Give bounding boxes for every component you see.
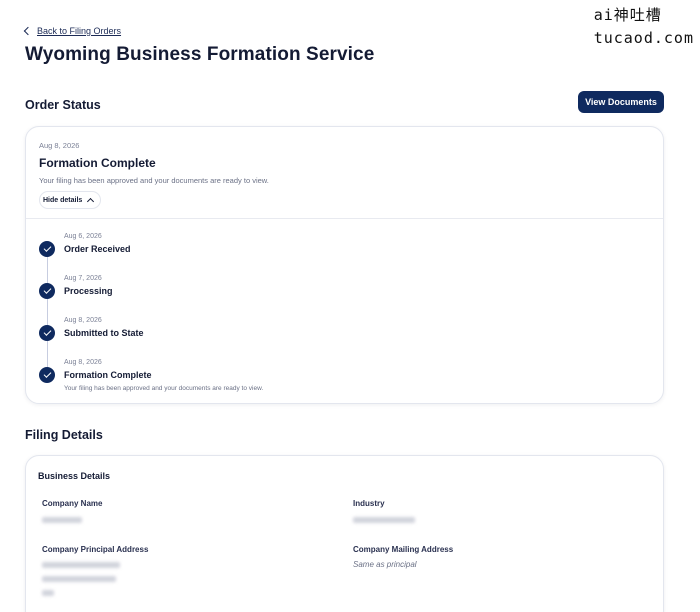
order-status-card: Aug 8, 2026 Formation Complete Your fili… [25,126,664,404]
timeline-step: Aug 7, 2026 Processing [39,275,113,299]
timeline-step: Aug 8, 2026 Submitted to State [39,317,144,341]
hide-details-button[interactable]: Hide details [39,191,102,209]
step-date: Aug 8, 2026 [64,359,102,366]
step-date: Aug 6, 2026 [64,233,102,240]
chevron-up-icon [87,197,95,206]
check-circle-icon [39,283,55,299]
chevron-left-icon [23,26,33,36]
mailing-address-label: Company Mailing Address [353,545,454,554]
watermark: ai神吐槽 tucaod.com [594,4,694,47]
back-link-label: Back to Filing Orders [37,26,122,36]
principal-address-label: Company Principal Address [42,545,149,554]
current-status-description: Your filing has been approved and your d… [39,176,269,185]
industry-label: Industry [353,499,385,508]
timeline-step: Aug 8, 2026 Formation Complete Your fili… [39,359,263,392]
back-to-filing-orders-link[interactable]: Back to Filing Orders [23,26,122,36]
business-details-card: Business Details Company Name Industry C… [25,455,664,612]
status-timeline: Aug 6, 2026 Order Received Aug 7, 2026 P… [26,219,663,403]
step-title: Submitted to State [64,328,144,338]
mailing-address-value: Same as principal [353,560,417,569]
step-date: Aug 8, 2026 [64,317,102,324]
filing-details-heading: Filing Details [25,428,103,442]
industry-value-redacted [353,517,415,523]
step-description: Your filing has been approved and your d… [64,385,264,392]
principal-address-line-1-redacted [42,562,120,568]
watermark-line-2: tucaod.com [593,29,694,47]
step-title: Order Received [64,244,131,254]
company-name-value-redacted [42,517,82,523]
order-status-heading: Order Status [25,98,101,112]
check-circle-icon [39,367,55,383]
company-name-label: Company Name [42,499,103,508]
current-status-date: Aug 8, 2026 [39,141,80,150]
current-status-title: Formation Complete [39,156,156,170]
business-details-heading: Business Details [38,471,111,481]
watermark-line-1: ai神吐槽 [593,6,662,24]
current-status-panel: Aug 8, 2026 Formation Complete Your fili… [26,127,663,219]
timeline-step: Aug 6, 2026 Order Received [39,233,131,257]
step-title: Formation Complete [64,370,152,380]
hide-details-label: Hide details [43,196,83,204]
principal-address-line-3-redacted [42,590,54,596]
check-circle-icon [39,241,55,257]
step-date: Aug 7, 2026 [64,275,102,282]
view-documents-button[interactable]: View Documents [578,91,664,113]
page-title: Wyoming Business Formation Service [25,44,375,65]
step-title: Processing [64,286,113,296]
principal-address-line-2-redacted [42,576,116,582]
check-circle-icon [39,325,55,341]
timeline-connector [47,249,48,375]
